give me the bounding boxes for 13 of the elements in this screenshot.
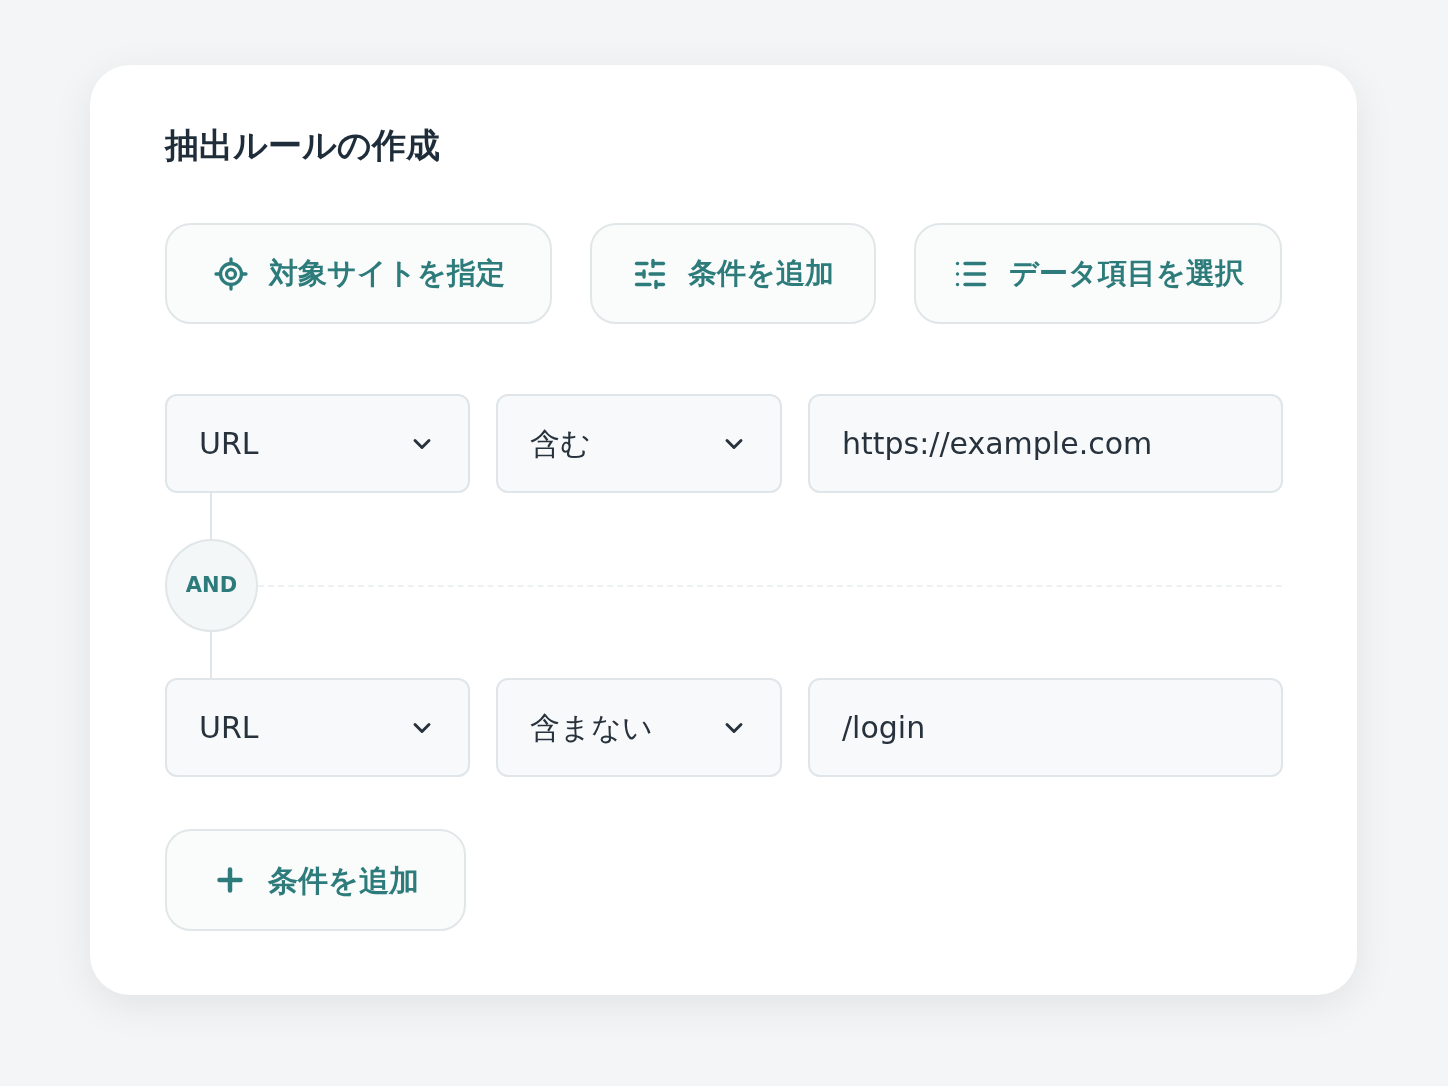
operator-select[interactable]: 含まない <box>496 678 782 777</box>
crosshair-icon <box>212 255 249 292</box>
action-button[interactable]: 対象サイトを指定 <box>165 223 552 324</box>
field-select[interactable]: URL <box>165 678 470 777</box>
value-field[interactable]: /login <box>808 678 1283 777</box>
operator-select[interactable]: 含む <box>496 394 782 493</box>
value-field[interactable]: https://example.com <box>808 394 1283 493</box>
action-button[interactable]: 条件を追加 <box>590 223 876 324</box>
field-select[interactable]: URL <box>165 394 470 493</box>
add-condition-button[interactable]: 条件を追加 <box>165 829 466 931</box>
card-title: 抽出ルールの作成 <box>165 124 441 167</box>
connector-badge: AND <box>165 539 258 632</box>
action-button[interactable]: データ項目を選択 <box>914 223 1282 324</box>
